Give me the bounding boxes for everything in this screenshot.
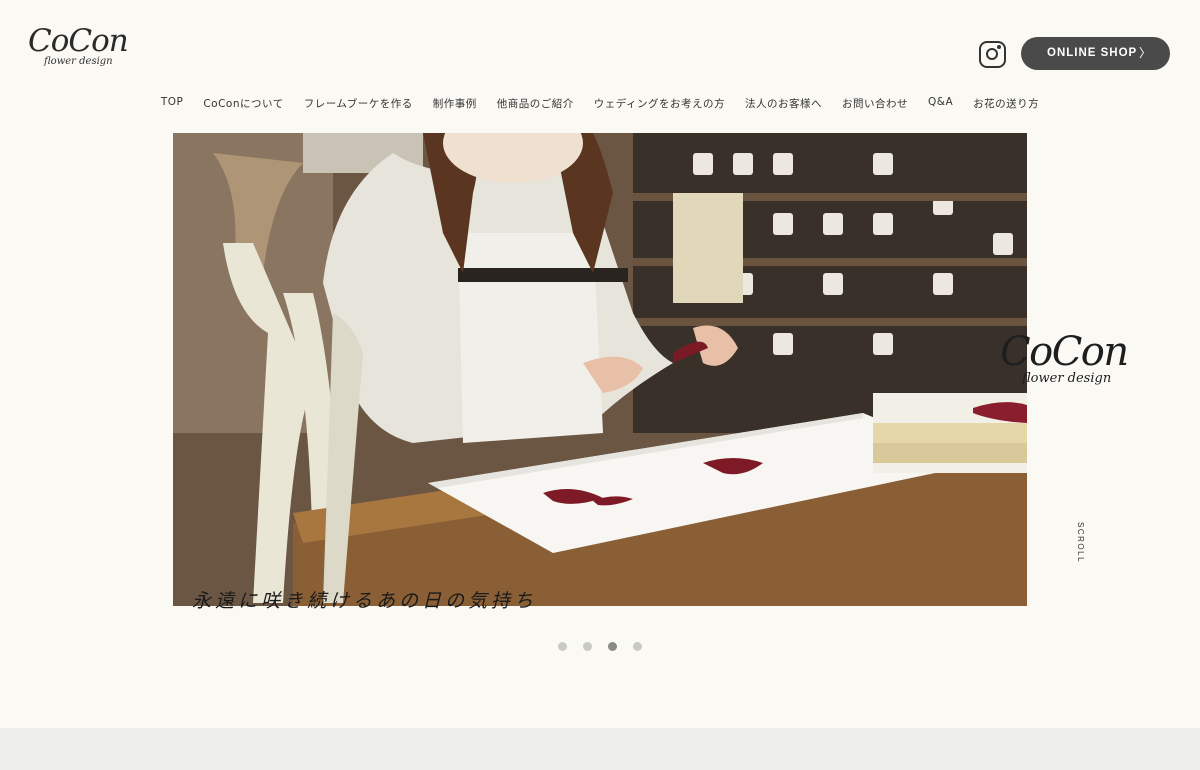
nav-item-contact[interactable]: お問い合わせ	[842, 96, 908, 114]
slider-pagination	[558, 642, 642, 651]
online-shop-button[interactable]: ONLINE SHOP 〉	[1021, 37, 1170, 70]
nav-item-shipping[interactable]: お花の送り方	[973, 96, 1039, 114]
slider-dot-4[interactable]	[633, 642, 642, 651]
site-logo[interactable]: CoCon flower design	[28, 23, 129, 80]
nav-item-corporate[interactable]: 法人のお客様へ	[745, 96, 822, 114]
hero-brand-logo: CoCon flower design	[1000, 330, 1130, 410]
slider-dot-3[interactable]	[608, 642, 617, 651]
chevron-right-icon: 〉	[1138, 46, 1152, 60]
nav-item-works[interactable]: 制作事例	[433, 96, 477, 114]
main-nav: TOP CoConについて フレームブーケを作る 制作事例 他商品のご紹介 ウェ…	[0, 96, 1200, 114]
slider-dot-1[interactable]	[558, 642, 567, 651]
nav-item-wedding[interactable]: ウェディングをお考えの方	[594, 96, 725, 114]
nav-item-products[interactable]: 他商品のご紹介	[497, 96, 574, 114]
footer-band	[0, 728, 1200, 770]
hero-image	[173, 133, 1027, 606]
nav-item-about[interactable]: CoConについて	[203, 96, 283, 114]
instagram-icon[interactable]	[979, 41, 1006, 68]
site-header: CoCon flower design ONLINE SHOP 〉 TOP Co…	[0, 0, 1200, 125]
hero-brand-main: CoCon	[1000, 329, 1129, 375]
nav-item-faq[interactable]: Q&A	[928, 96, 953, 114]
nav-item-frame-bouquet[interactable]: フレームブーケを作る	[304, 96, 413, 114]
slider-dot-2[interactable]	[583, 642, 592, 651]
online-shop-label: ONLINE SHOP	[1047, 47, 1138, 59]
hero-photo-illustration	[173, 133, 1027, 606]
scroll-indicator[interactable]: SCROLL	[1071, 522, 1085, 563]
hero-tagline: 永遠に咲き続けるあの日の気持ち	[192, 590, 538, 612]
nav-item-top[interactable]: TOP	[161, 96, 184, 114]
logo-main-text: CoCon	[28, 23, 129, 59]
